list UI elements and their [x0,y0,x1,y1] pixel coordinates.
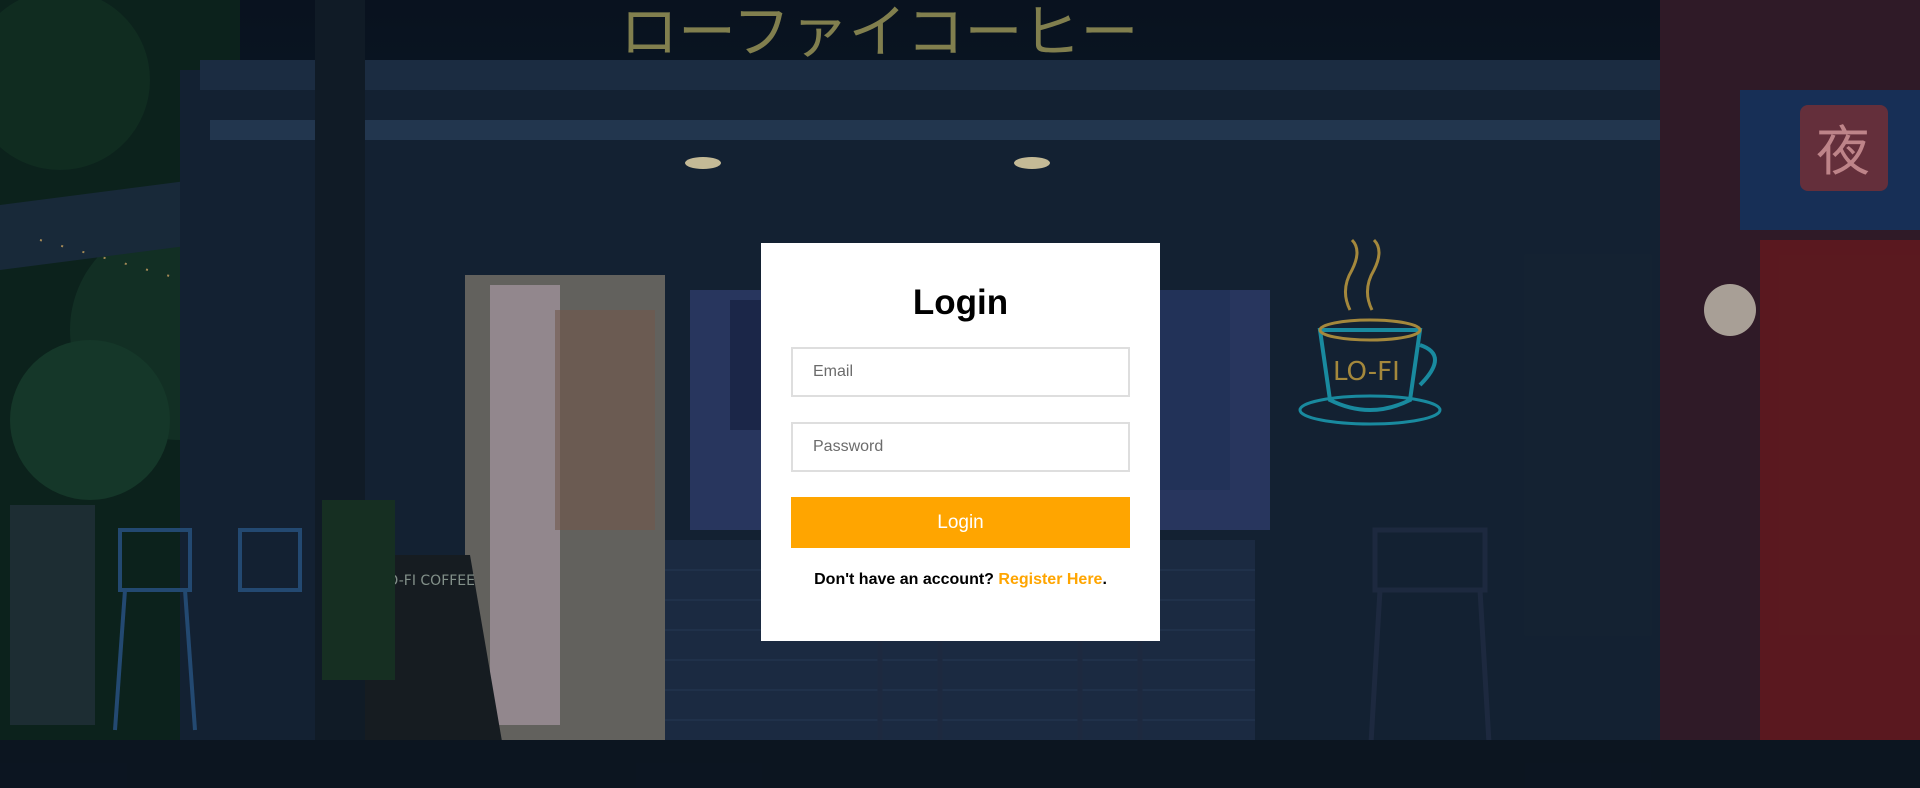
register-prompt: Don't have an account? Register Here. [761,571,1160,589]
register-link[interactable]: Register Here [998,571,1102,588]
register-prompt-text: Don't have an account? [814,571,999,588]
login-card: Login Login Don't have an account? Regis… [761,243,1160,641]
email-field[interactable] [791,347,1130,397]
login-title: Login [912,283,1009,322]
login-button[interactable]: Login [791,497,1130,548]
password-field[interactable] [791,422,1130,472]
register-suffix: . [1102,571,1107,588]
